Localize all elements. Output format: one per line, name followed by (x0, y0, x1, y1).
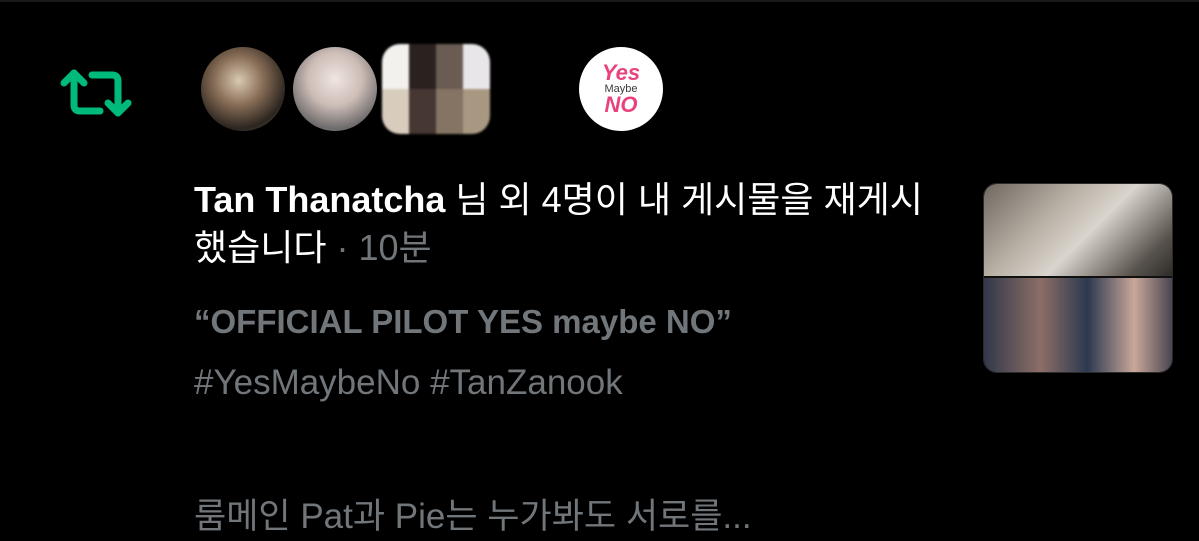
avatar[interactable]: Yes Maybe NO (576, 44, 666, 134)
thumbnail-image-top (984, 184, 1172, 276)
timestamp: 10분 (358, 227, 432, 268)
divider (0, 0, 1199, 2)
avatar[interactable] (290, 44, 380, 134)
notification-text[interactable]: Tan Thanatcha 님 외 4명이 내 게시물을 재게시했습니다 · 1… (194, 176, 934, 272)
retweet-icon (60, 69, 132, 117)
logo-text-no: NO (604, 92, 638, 117)
avatar[interactable] (198, 44, 288, 134)
logo-text-yes: Yes (601, 60, 641, 85)
post-thumbnail[interactable] (983, 183, 1173, 373)
avatar[interactable] (382, 44, 490, 134)
thumbnail-image-bottom (984, 278, 1172, 372)
user-name[interactable]: Tan Thanatcha (194, 179, 445, 220)
separator: · (326, 227, 359, 268)
post-preview[interactable]: 룸메인 Pat과 Pie는 누가봐도 서로를... (194, 488, 752, 539)
post-hashtags[interactable]: #YesMaybeNo #TanZanook (194, 363, 623, 403)
post-title[interactable]: “OFFICIAL PILOT YES maybe NO” (194, 303, 732, 341)
